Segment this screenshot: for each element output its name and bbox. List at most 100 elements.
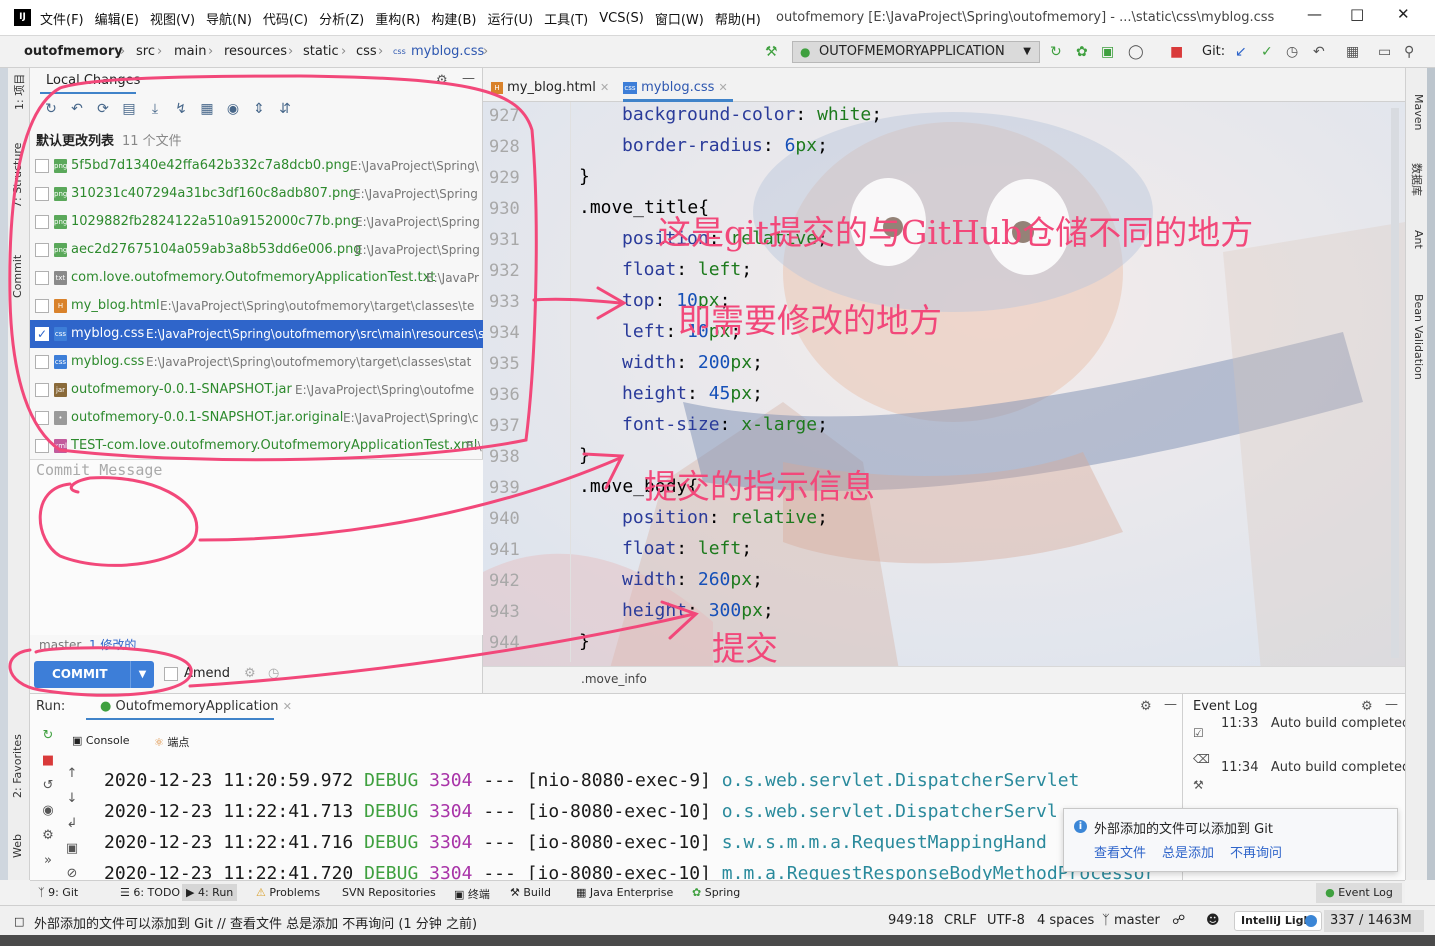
code-line[interactable]: width: 200px; <box>622 352 763 373</box>
console-tab[interactable]: ▣ Console <box>72 734 130 747</box>
menu-vcs[interactable]: VCS(S) <box>599 11 644 26</box>
code-line[interactable]: position: relative; <box>622 507 828 528</box>
search-icon[interactable]: ⚲ <box>1404 44 1414 60</box>
layout-icon[interactable]: ▭ <box>1378 44 1391 60</box>
file-checkbox[interactable] <box>35 215 49 229</box>
breadcrumb-main[interactable]: main <box>174 44 206 59</box>
editor-breadcrumb[interactable]: .move_info <box>581 672 647 686</box>
code-line[interactable]: width: 260px; <box>622 569 763 590</box>
minimize-icon[interactable]: — <box>1307 5 1322 23</box>
bean-validation-tool-tab[interactable]: Bean Validation <box>1412 294 1425 380</box>
structure-tool-tab[interactable]: 7: Structure <box>11 143 24 208</box>
shelve-icon[interactable]: ⤓ <box>142 101 168 117</box>
git-branch[interactable]: ᛉ master <box>1102 913 1160 928</box>
code-line[interactable]: } <box>579 166 590 187</box>
file-checkbox[interactable] <box>35 383 49 397</box>
rerun-icon[interactable]: ↻ <box>1050 44 1062 60</box>
commit-message-input[interactable]: Commit Message <box>30 459 483 635</box>
move-changelist-icon[interactable]: ⟳ <box>90 101 116 117</box>
indent-setting[interactable]: 4 spaces <box>1037 913 1094 928</box>
menu-edit[interactable]: 编辑(E) <box>95 9 139 28</box>
more-icon[interactable]: » <box>36 853 60 878</box>
changelist-name[interactable]: 默认更改列表 <box>36 130 114 149</box>
file-checkbox[interactable] <box>35 187 49 201</box>
wrench-icon[interactable]: ⚒ <box>1193 778 1211 804</box>
trash-icon[interactable]: ⌫ <box>1193 752 1211 778</box>
project-tool-tab[interactable]: 1: 项目 <box>11 74 27 110</box>
settings-icon[interactable]: ⚙ <box>36 828 60 853</box>
commit-button[interactable]: COMMIT ▼ <box>34 661 154 688</box>
file-checkbox-checked[interactable]: ✓ <box>35 327 49 341</box>
file-checkbox[interactable] <box>35 243 49 257</box>
file-checkbox[interactable] <box>35 271 49 285</box>
menu-navigate[interactable]: 导航(N) <box>206 9 252 28</box>
chevron-down-icon[interactable]: ▼ <box>130 661 154 688</box>
menu-view[interactable]: 视图(V) <box>150 9 195 28</box>
code-line[interactable]: font-size: x-large; <box>622 414 828 435</box>
camera-icon[interactable]: ◉ <box>36 803 60 828</box>
close-icon[interactable]: ✕ <box>1397 5 1410 23</box>
view-options-icon[interactable]: ◉ <box>220 101 246 117</box>
soft-wrap-icon[interactable]: ↲ <box>60 816 84 841</box>
tab-my-blog-html[interactable]: H my_blog.html ✕ <box>491 68 615 102</box>
build-hammer-icon[interactable]: ⚒ <box>765 44 778 60</box>
web-tool-tab[interactable]: Web <box>11 834 24 858</box>
breadcrumb-project[interactable]: outofmemory <box>24 44 123 59</box>
code-line[interactable]: float: left; <box>622 538 752 559</box>
maven-tool-tab[interactable]: Maven <box>1412 94 1425 130</box>
stop-icon[interactable]: ■ <box>1170 44 1183 60</box>
menu-help[interactable]: 帮助(H) <box>715 9 761 28</box>
view-files-link[interactable]: 查看文件 <box>1094 842 1146 861</box>
event-log-button[interactable]: ● Event Log <box>1316 883 1402 903</box>
log-line[interactable]: 2020-12-23 11:20:59.972 DEBUG 3304 --- [… <box>104 770 1079 791</box>
file-row[interactable]: • outofmemory-0.0.1-SNAPSHOT.jar.origina… <box>30 404 483 432</box>
code-line[interactable]: background-color: white; <box>622 104 882 125</box>
rollback-icon[interactable]: ↶ <box>64 101 90 117</box>
file-row[interactable]: txt com.love.outofmemory.OutofmemoryAppl… <box>30 264 483 292</box>
git-rollback-icon[interactable]: ↶ <box>1313 44 1325 60</box>
lock-icon[interactable]: ☍ <box>1172 913 1185 928</box>
stop-icon[interactable]: ■ <box>36 753 60 778</box>
update-icon[interactable]: ↯ <box>168 101 194 117</box>
close-tab-icon[interactable]: ✕ <box>600 81 609 94</box>
file-row[interactable]: png 310231c407294a31bc3df160c8adb807.png… <box>30 180 483 208</box>
code-line[interactable]: } <box>579 445 590 466</box>
ant-tool-tab[interactable]: Ant <box>1412 230 1425 249</box>
menu-analyze[interactable]: 分析(Z) <box>319 9 364 28</box>
code-line[interactable]: border-radius: 6px; <box>622 135 828 156</box>
rerun-icon[interactable]: ↻ <box>36 728 60 753</box>
file-row[interactable]: png 5f5bd7d1340e42ffa642b332c7a8dcb0.png… <box>30 152 483 180</box>
file-row[interactable]: png 1029882fb2824122a510a9152000c77b.png… <box>30 208 483 236</box>
hide-panel-icon[interactable]: — <box>462 71 475 86</box>
git-commit-icon[interactable]: ✓ <box>1261 44 1273 60</box>
gear-icon[interactable]: ⚙ <box>1361 699 1373 714</box>
file-row-selected[interactable]: ✓ css myblog.css E:\JavaProject\Spring\o… <box>30 320 552 348</box>
file-checkbox[interactable] <box>35 299 49 313</box>
memory-indicator[interactable]: 337 / 1463M <box>1324 910 1424 932</box>
spring-tool-button[interactable]: ✿ Spring <box>692 886 740 899</box>
file-checkbox[interactable] <box>35 159 49 173</box>
breadcrumb-static[interactable]: static <box>303 44 339 59</box>
status-panel-icon[interactable]: □ <box>14 915 24 928</box>
log-line[interactable]: 2020-12-23 11:22:41.713 DEBUG 3304 --- [… <box>104 801 1058 822</box>
breadcrumb-resources[interactable]: resources <box>224 44 287 59</box>
collapse-all-icon[interactable]: ⇵ <box>272 101 298 117</box>
terminal-tool-button[interactable]: ▣ 终端 <box>454 886 490 902</box>
menu-refactor[interactable]: 重构(R) <box>375 9 420 28</box>
profile-icon[interactable]: ◯ <box>1128 44 1144 60</box>
favorites-tool-tab[interactable]: 2: Favorites <box>11 734 24 798</box>
print-icon[interactable]: ▣ <box>60 841 84 866</box>
scroll-up-icon[interactable]: ↑ <box>60 766 84 791</box>
commit-tool-tab[interactable]: Commit <box>11 255 24 298</box>
git-update-icon[interactable]: ↙ <box>1235 44 1247 60</box>
java-enterprise-tool-button[interactable]: ▦ Java Enterprise <box>576 886 673 899</box>
group-by-icon[interactable]: ▦ <box>194 101 220 117</box>
menu-run[interactable]: 运行(U) <box>487 9 533 28</box>
inspector-icon[interactable]: ☻ <box>1206 913 1220 928</box>
menu-build[interactable]: 构建(B) <box>431 9 476 28</box>
git-history-icon[interactable]: ◷ <box>1286 44 1298 60</box>
endpoints-tab[interactable]: ⚛ 端点 <box>154 734 189 750</box>
dont-ask-link[interactable]: 不再询问 <box>1230 842 1282 861</box>
close-tab-icon[interactable]: ✕ <box>283 700 292 713</box>
file-encoding[interactable]: UTF-8 <box>987 913 1025 928</box>
